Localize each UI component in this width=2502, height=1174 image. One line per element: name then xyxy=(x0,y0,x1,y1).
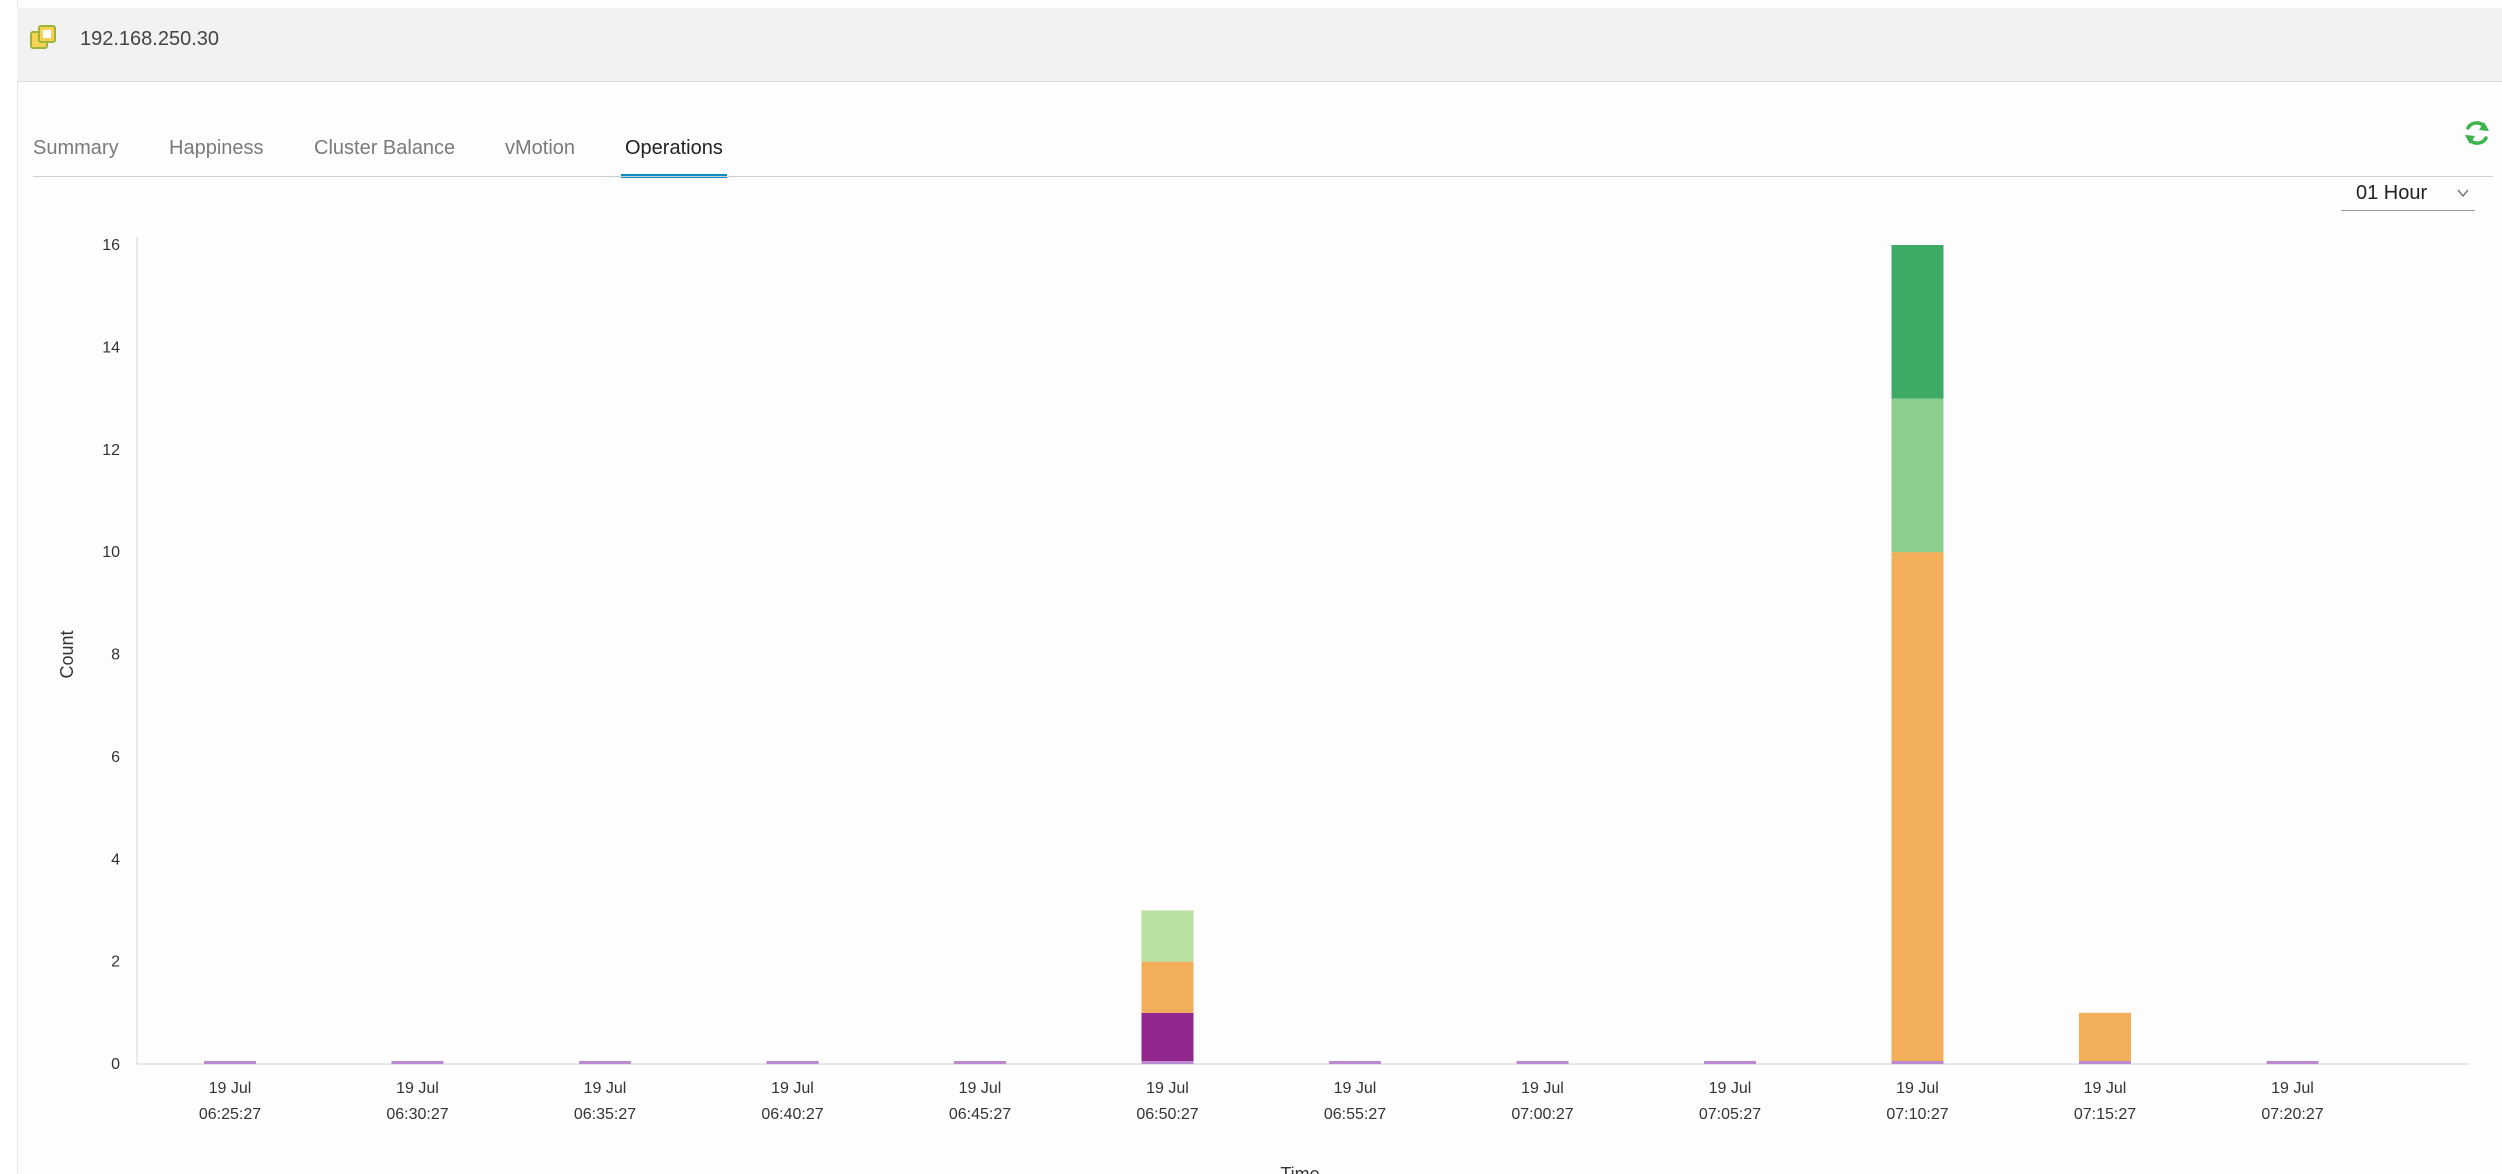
bar-segment[interactable] xyxy=(1891,398,1944,553)
x-tick-date: 19 Jul xyxy=(2084,1080,2127,1097)
x-tick-time: 06:40:27 xyxy=(761,1106,823,1123)
bar-segment[interactable] xyxy=(1141,1012,1194,1064)
y-axis-title: Count xyxy=(57,630,77,678)
bar-zero-marker xyxy=(2079,1061,2131,1064)
x-tick-time: 06:55:27 xyxy=(1324,1106,1386,1123)
x-tick-date: 19 Jul xyxy=(1709,1080,1752,1097)
y-tick-label: 0 xyxy=(111,1056,120,1073)
y-tick-label: 16 xyxy=(102,237,120,254)
x-tick-time: 07:05:27 xyxy=(1699,1106,1761,1123)
y-tick-label: 12 xyxy=(102,442,120,459)
bar-zero-marker xyxy=(1516,1061,1569,1064)
y-tick-label: 10 xyxy=(102,544,120,561)
chart-bars xyxy=(204,245,2319,1064)
bar-zero-marker xyxy=(1704,1061,1756,1064)
bar-segment[interactable] xyxy=(1141,961,1194,1013)
bar-zero-marker xyxy=(2266,1061,2319,1064)
bar-zero-marker xyxy=(954,1061,1006,1064)
x-tick-time: 07:10:27 xyxy=(1886,1106,1948,1123)
x-tick-date: 19 Jul xyxy=(396,1080,439,1097)
operations-chart: 0 2 4 6 8 10 12 14 16 Count Time 19 Jul 06:25:27 19 J… xyxy=(57,237,2470,1174)
x-tick-time: 06:50:27 xyxy=(1136,1106,1198,1123)
bar-zero-marker xyxy=(579,1061,631,1064)
x-tick-time: 07:15:27 xyxy=(2074,1106,2136,1123)
bar-segment[interactable] xyxy=(2079,1012,2131,1064)
bar-segment[interactable] xyxy=(1141,910,1194,962)
y-tick-label: 6 xyxy=(111,749,120,766)
x-tick-date: 19 Jul xyxy=(1146,1080,1189,1097)
bar-zero-marker xyxy=(766,1061,819,1064)
x-tick-date: 19 Jul xyxy=(1896,1080,1939,1097)
y-tick-label: 14 xyxy=(102,339,120,356)
x-tick-time: 06:30:27 xyxy=(386,1106,448,1123)
x-tick-time: 07:20:27 xyxy=(2261,1106,2323,1123)
bar-zero-marker xyxy=(391,1061,444,1064)
x-axis-title: Time xyxy=(1280,1164,1319,1174)
x-tick-date: 19 Jul xyxy=(771,1080,814,1097)
bar-zero-marker xyxy=(204,1061,256,1064)
x-tick-date: 19 Jul xyxy=(209,1080,252,1097)
x-tick-time: 06:45:27 xyxy=(949,1106,1011,1123)
bar-zero-marker xyxy=(1141,1061,1194,1064)
y-tick-label: 8 xyxy=(111,647,120,664)
x-tick-date: 19 Jul xyxy=(584,1080,627,1097)
bar-segment[interactable] xyxy=(1891,552,1944,1064)
bar-zero-marker xyxy=(1891,1061,1944,1064)
x-tick-date: 19 Jul xyxy=(959,1080,1002,1097)
chart-axes xyxy=(136,237,2470,1065)
x-tick-date: 19 Jul xyxy=(1521,1080,1564,1097)
x-tick-time: 06:35:27 xyxy=(574,1106,636,1123)
bar-zero-marker xyxy=(1329,1061,1381,1064)
x-tick-time: 06:25:27 xyxy=(199,1106,261,1123)
y-tick-label: 2 xyxy=(111,954,120,971)
x-tick-date: 19 Jul xyxy=(1334,1080,1377,1097)
x-tick-date: 19 Jul xyxy=(2271,1080,2314,1097)
y-tick-label: 4 xyxy=(111,851,120,868)
x-tick-time: 07:00:27 xyxy=(1511,1106,1573,1123)
bar-segment[interactable] xyxy=(1891,245,1944,399)
